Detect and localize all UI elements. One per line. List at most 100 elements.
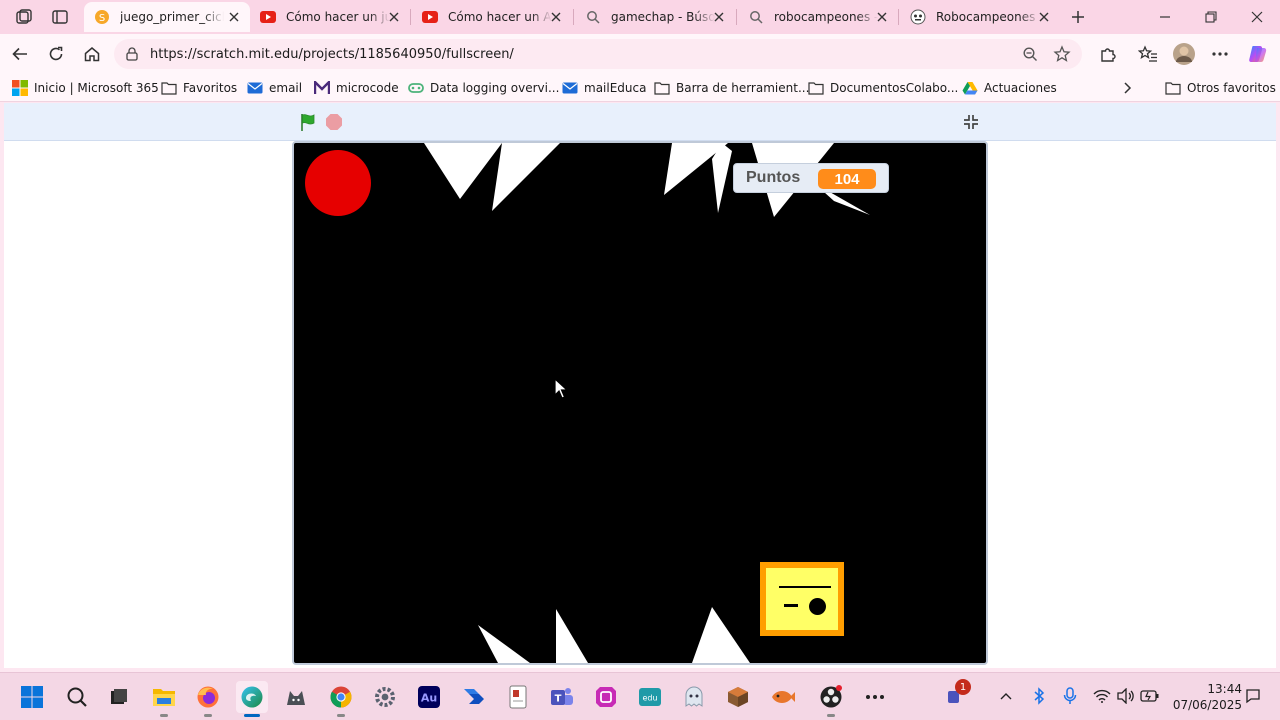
favorite-documentos-colabo[interactable]: DocumentosColabo... xyxy=(808,78,958,98)
favorite-star-icon[interactable] xyxy=(1052,44,1072,64)
close-tab-icon[interactable] xyxy=(226,9,242,25)
copilot-icon[interactable] xyxy=(1244,40,1272,68)
windows-taskbar: Au T edu 13:44 07/06/2025 xyxy=(0,672,1280,720)
wifi-icon[interactable] xyxy=(1091,685,1113,707)
cat-app-icon[interactable] xyxy=(280,681,312,713)
back-icon[interactable] xyxy=(6,40,34,68)
new-tab-icon[interactable] xyxy=(1066,6,1090,28)
educa-icon[interactable]: edu xyxy=(634,681,666,713)
youtube-icon xyxy=(422,9,438,25)
system-clock[interactable]: 13:44 07/06/2025 xyxy=(1166,681,1242,713)
firefox-icon[interactable] xyxy=(192,681,224,717)
other-favorites-label: Otros favoritos xyxy=(1187,81,1276,95)
tab-como-hacer-arkanoid[interactable]: Cómo hacer un Arkanoid xyxy=(412,2,572,32)
bluetooth-icon[interactable] xyxy=(1028,685,1050,707)
settings-icon[interactable] xyxy=(369,681,401,713)
tab-actions-icon[interactable] xyxy=(48,6,72,28)
mail-icon xyxy=(562,80,578,96)
favorite-label: Data logging overvi... xyxy=(430,81,560,95)
scratch-fullscreen-page: Puntos 104 xyxy=(4,103,1276,668)
green-flag-icon[interactable] xyxy=(298,112,318,132)
score-label: Puntos xyxy=(746,169,801,186)
game-stage[interactable]: Puntos 104 xyxy=(292,141,988,665)
favorite-maileduca[interactable]: mailEduca xyxy=(562,78,646,98)
favorites-icon[interactable] xyxy=(1134,40,1162,68)
microbit-icon xyxy=(408,80,424,96)
close-tab-icon[interactable] xyxy=(711,9,727,25)
bottom-spike xyxy=(478,625,530,663)
teams-icon[interactable]: T xyxy=(546,681,578,713)
clock-date: 07/06/2025 xyxy=(1172,698,1242,712)
microphone-icon[interactable] xyxy=(1059,685,1081,707)
tab-robocampeones-busqueda[interactable]: robocampeones - Búsqueda xyxy=(738,2,898,32)
tab-robocampeones[interactable]: Robocampeones - xyxy=(900,2,1060,32)
favorite-microsoft-365[interactable]: Inicio | Microsoft 365 xyxy=(12,78,159,98)
favorite-barra-herramientas[interactable]: Barra de herramient... xyxy=(654,78,809,98)
favorite-data-logging[interactable]: Data logging overvi... xyxy=(408,78,559,98)
favorite-label: DocumentosColabo... xyxy=(830,81,959,95)
favorite-label: Favoritos xyxy=(183,81,238,95)
close-window-icon[interactable] xyxy=(1234,0,1280,34)
stop-icon[interactable] xyxy=(324,112,344,132)
ghost-app-icon[interactable] xyxy=(678,681,710,713)
file-explorer-icon[interactable] xyxy=(148,681,180,717)
workspaces-icon[interactable] xyxy=(12,6,36,28)
chrome-icon[interactable] xyxy=(325,681,357,717)
microcode-icon xyxy=(314,80,330,96)
favorites-overflow-chevron-icon[interactable] xyxy=(1120,78,1134,98)
favorite-label: microcode xyxy=(336,81,399,95)
tab-como-hacer-juego[interactable]: Cómo hacer un juego xyxy=(250,2,410,32)
restore-icon[interactable] xyxy=(1188,0,1234,34)
close-tab-icon[interactable] xyxy=(386,9,402,25)
red-ball-sprite xyxy=(305,150,371,216)
other-favorites[interactable]: Otros favoritos xyxy=(1165,78,1276,98)
spike-obstacles xyxy=(424,143,870,663)
more-icon[interactable] xyxy=(859,681,891,713)
volume-icon[interactable] xyxy=(1115,685,1137,707)
close-tab-icon[interactable] xyxy=(548,9,564,25)
favorites-bar: Inicio | Microsoft 365 Favoritos email m… xyxy=(0,74,1280,102)
chevron-up-icon[interactable] xyxy=(995,685,1017,707)
favorite-email[interactable]: email xyxy=(247,78,302,98)
app-icon[interactable] xyxy=(590,681,622,713)
extensions-icon[interactable] xyxy=(1094,40,1122,68)
obs-icon[interactable] xyxy=(815,681,847,717)
task-view-icon[interactable] xyxy=(103,681,135,713)
stage-header xyxy=(4,103,1276,141)
clock-time: 13:44 xyxy=(1207,682,1242,696)
microsoft-icon xyxy=(12,80,28,96)
url-text[interactable]: https://scratch.mit.edu/projects/1185640… xyxy=(150,47,514,62)
score-value: 104 xyxy=(818,169,876,189)
windows-start-icon[interactable] xyxy=(16,681,48,713)
address-bar[interactable]: https://scratch.mit.edu/projects/1185640… xyxy=(114,39,1082,69)
minimize-icon[interactable] xyxy=(1142,0,1188,34)
more-menu-icon[interactable] xyxy=(1206,40,1234,68)
zoom-icon[interactable] xyxy=(1020,44,1040,64)
tab-juego-primer-ciclo[interactable]: S juego_primer_ciclo xyxy=(84,2,250,32)
drive-icon xyxy=(962,80,978,96)
notifications-icon[interactable] xyxy=(1242,685,1264,707)
fish-app-icon[interactable] xyxy=(767,681,799,713)
folder-icon xyxy=(161,80,177,96)
favorite-favoritos[interactable]: Favoritos xyxy=(161,78,237,98)
robot-icon xyxy=(910,9,926,25)
exit-fullscreen-icon[interactable] xyxy=(960,111,982,133)
battery-icon[interactable] xyxy=(1139,685,1161,707)
tab-gamechap-busqueda[interactable]: gamechap - Búsqueda xyxy=(575,2,735,32)
home-icon[interactable] xyxy=(78,40,106,68)
lock-icon[interactable] xyxy=(124,46,140,62)
favorite-actuaciones[interactable]: Actuaciones xyxy=(962,78,1057,98)
power-automate-icon[interactable] xyxy=(458,681,490,713)
profile-avatar[interactable] xyxy=(1170,40,1198,68)
close-tab-icon[interactable] xyxy=(874,9,890,25)
tab-title: Cómo hacer un juego xyxy=(286,10,390,24)
minecraft-icon[interactable] xyxy=(722,681,754,713)
refresh-icon[interactable] xyxy=(42,40,70,68)
audition-icon[interactable]: Au xyxy=(413,681,445,713)
bottom-spike xyxy=(692,607,750,663)
search-icon[interactable] xyxy=(61,681,93,713)
edge-icon[interactable] xyxy=(236,681,268,717)
document-app-icon[interactable] xyxy=(502,681,534,713)
favorite-microcode[interactable]: microcode xyxy=(314,78,399,98)
close-tab-icon[interactable] xyxy=(1036,9,1052,25)
